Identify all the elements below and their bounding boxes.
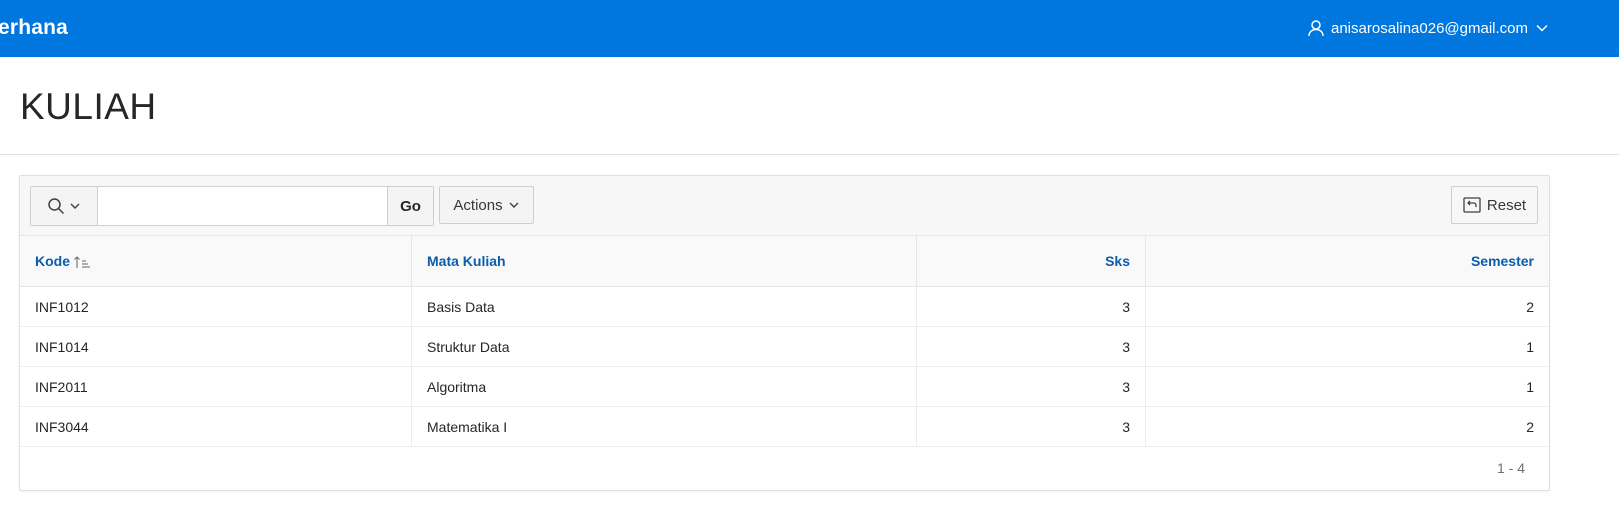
search-input[interactable]	[98, 187, 387, 225]
cell-mata-kuliah: Algoritma	[411, 366, 917, 407]
search-icon	[48, 198, 65, 215]
actions-button[interactable]: Actions	[439, 186, 534, 224]
reset-icon	[1463, 197, 1481, 213]
user-email: anisarosalina026@gmail.com	[1331, 19, 1528, 37]
report-toolbar: Go Actions Reset	[20, 176, 1549, 236]
cell-mata-kuliah: Matematika I	[411, 406, 917, 447]
cell-semester: 2	[1145, 406, 1549, 447]
cell-semester: 1	[1145, 366, 1549, 407]
reset-label: Reset	[1486, 196, 1527, 214]
cell-kode: INF2011	[20, 366, 412, 407]
chevron-down-icon	[70, 203, 80, 209]
column-header-semester[interactable]: Semester	[1145, 236, 1549, 287]
search-column-selector[interactable]	[31, 187, 98, 225]
table-header-row: Kode Mata Kuliah Sks Semester	[20, 236, 1549, 287]
sort-ascending-icon	[74, 256, 90, 269]
cell-kode: INF1012	[20, 286, 412, 327]
page-title: KULIAH	[20, 86, 157, 127]
cell-kode: INF1014	[20, 326, 412, 367]
cell-mata-kuliah: Struktur Data	[411, 326, 917, 367]
search-group: Go	[30, 186, 434, 226]
chevron-down-icon	[1536, 24, 1548, 32]
report-region: Go Actions Reset Kode Mata Kuliah Sks Se…	[19, 175, 1550, 491]
column-header-kode[interactable]: Kode	[20, 236, 412, 287]
user-menu[interactable]: anisarosalina026@gmail.com	[1307, 19, 1549, 37]
cell-sks: 3	[916, 406, 1146, 447]
cell-sks: 3	[916, 326, 1146, 367]
app-title[interactable]: erhana	[0, 16, 68, 40]
app-header: erhana anisarosalina026@gmail.com	[0, 0, 1619, 57]
go-button[interactable]: Go	[387, 187, 433, 225]
title-divider	[0, 154, 1619, 155]
table-row: INF3044 Matematika I 3 2	[20, 406, 1549, 447]
cell-semester: 2	[1145, 286, 1549, 327]
column-header-mata-kuliah[interactable]: Mata Kuliah	[411, 236, 917, 287]
cell-sks: 3	[916, 366, 1146, 407]
cell-sks: 3	[916, 286, 1146, 327]
user-icon	[1308, 20, 1324, 37]
cell-kode: INF3044	[20, 406, 412, 447]
pagination-range: 1 - 4	[1496, 460, 1525, 476]
table-row: INF2011 Algoritma 3 1	[20, 366, 1549, 407]
table-row: INF1014 Struktur Data 3 1	[20, 326, 1549, 367]
table-row: INF1012 Basis Data 3 2	[20, 286, 1549, 327]
actions-label: Actions	[453, 196, 503, 214]
cell-semester: 1	[1145, 326, 1549, 367]
cell-mata-kuliah: Basis Data	[411, 286, 917, 327]
reset-button[interactable]: Reset	[1451, 186, 1538, 224]
report-table: Kode Mata Kuliah Sks Semester INF1012 Ba…	[20, 236, 1549, 447]
column-header-sks[interactable]: Sks	[916, 236, 1146, 287]
chevron-down-icon	[509, 202, 519, 208]
